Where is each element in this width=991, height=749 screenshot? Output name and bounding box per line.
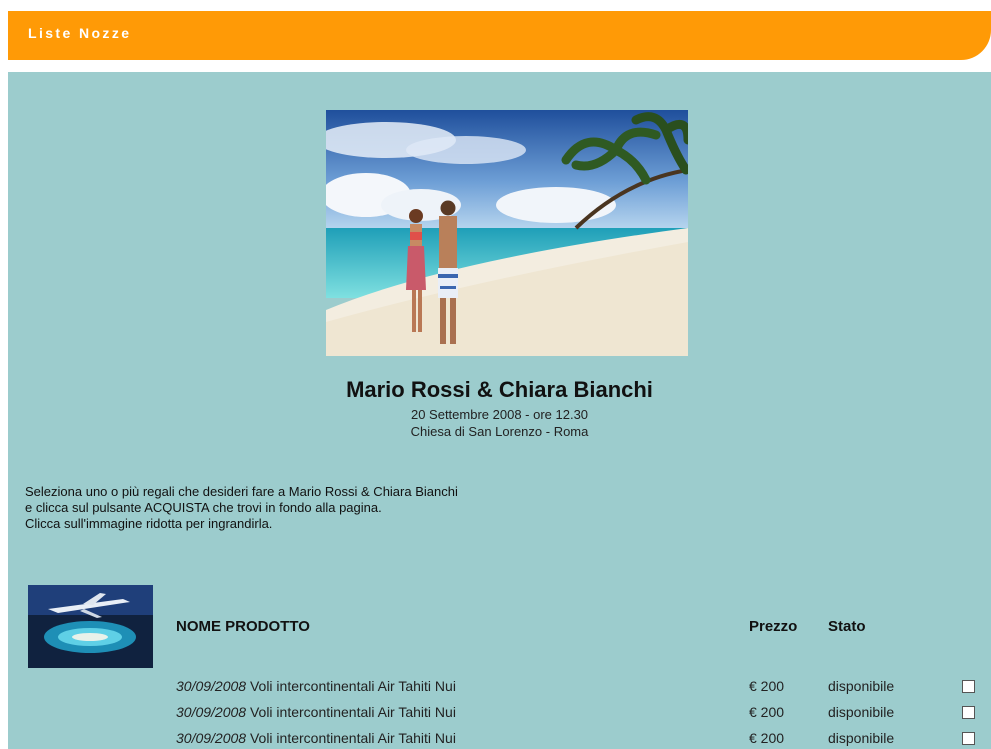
- column-header-price: Prezzo: [749, 618, 798, 635]
- select-checkbox[interactable]: [962, 706, 975, 719]
- product-name: Voli intercontinentali Air Tahiti Nui: [249, 730, 456, 746]
- intro-line: Clicca sull'immagine ridotta per ingrand…: [25, 516, 273, 531]
- product-price: € 200: [749, 730, 785, 746]
- header-bar: Liste Nozze: [8, 11, 991, 60]
- column-header-product: NOME PRODOTTO: [176, 618, 310, 635]
- product-price: € 200: [749, 704, 785, 720]
- intro-line: Seleziona uno o più regali che desideri …: [25, 484, 458, 499]
- select-checkbox[interactable]: [962, 680, 975, 693]
- product-status: disponibile: [828, 704, 895, 720]
- intro-text: Seleziona uno o più regali che desideri …: [25, 484, 458, 532]
- couple-photo: [326, 110, 688, 356]
- product-name: Voli intercontinentali Air Tahiti Nui: [249, 704, 456, 720]
- table-row: 30/09/2008 Voli intercontinentali Air Ta…: [8, 702, 991, 724]
- intro-line: e clicca sul pulsante ACQUISTA che trovi…: [25, 500, 382, 515]
- product-status: disponibile: [828, 678, 895, 694]
- wedding-list-panel: Mario Rossi & Chiara Bianchi 20 Settembr…: [8, 72, 991, 749]
- product-thumbnail[interactable]: [28, 585, 153, 668]
- table-row: 30/09/2008 Voli intercontinentali Air Ta…: [8, 676, 991, 698]
- column-header-status: Stato: [828, 618, 866, 635]
- product-price: € 200: [749, 678, 785, 694]
- event-date: 20 Settembre 2008 - ore 12.30: [410, 407, 589, 422]
- page-title: Liste Nozze: [28, 25, 132, 41]
- product-date: 30/09/2008: [176, 704, 247, 720]
- event-location: Chiesa di San Lorenzo - Roma: [410, 424, 589, 439]
- table-row: 30/09/2008 Voli intercontinentali Air Ta…: [8, 728, 991, 749]
- product-date: 30/09/2008: [176, 730, 247, 746]
- product-status: disponibile: [828, 730, 895, 746]
- product-date: 30/09/2008: [176, 678, 247, 694]
- couple-names: Mario Rossi & Chiara Bianchi: [346, 377, 653, 402]
- select-checkbox[interactable]: [962, 732, 975, 745]
- product-name: Voli intercontinentali Air Tahiti Nui: [249, 678, 456, 694]
